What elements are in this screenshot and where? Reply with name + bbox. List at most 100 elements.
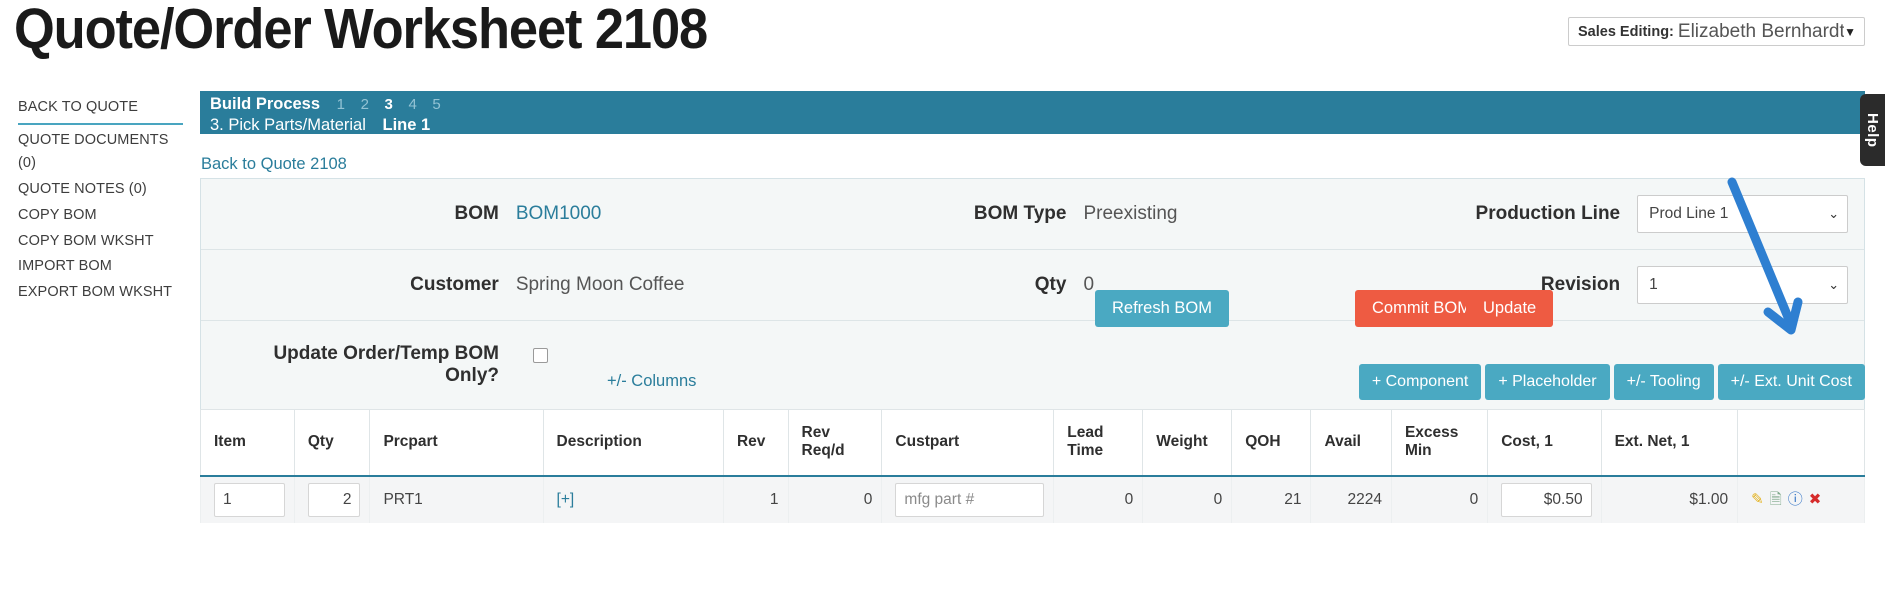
sidebar-item-back-to-quote[interactable]: BACK TO QUOTE: [18, 95, 183, 125]
edit-pencil-icon[interactable]: ✎: [1751, 492, 1764, 507]
cell-actions: ✎ 🗎 ⓘ ✖: [1737, 475, 1865, 523]
cell-excess-min: 0: [1390, 475, 1489, 523]
table-header-row: Item Qty Prcpart Description Rev Rev Req…: [200, 409, 1865, 477]
production-line-value: Prod Line 1: [1649, 205, 1729, 222]
toggle-tooling-button[interactable]: +/- Tooling: [1613, 364, 1714, 400]
qty-input[interactable]: 2: [307, 482, 361, 517]
sidebar-item-import-bom[interactable]: IMPORT BOM: [18, 254, 183, 280]
col-qty[interactable]: Qty: [293, 409, 371, 477]
toggle-columns-link[interactable]: +/- Columns: [607, 372, 696, 391]
refresh-bom-button-wrap: Refresh BOM: [1095, 290, 1229, 327]
sidebar-item-export-bom-wksht[interactable]: EXPORT BOM WKSHT: [18, 280, 183, 306]
cell-rev: 1: [722, 475, 789, 523]
col-qoh[interactable]: QOH: [1231, 409, 1312, 477]
cell-custpart: mfg part #: [881, 475, 1055, 523]
toggle-ext-unit-cost-button[interactable]: +/- Ext. Unit Cost: [1717, 364, 1865, 400]
build-process-title: Build Process: [210, 95, 321, 113]
row-actions: ✎ 🗎 ⓘ ✖: [1751, 492, 1855, 507]
sidebar: BACK TO QUOTE QUOTE DOCUMENTS (0) QUOTE …: [18, 95, 183, 306]
item-input[interactable]: 1: [214, 482, 285, 517]
update-button[interactable]: Update: [1466, 290, 1554, 327]
build-step-1[interactable]: 1: [337, 96, 345, 113]
sidebar-item-quote-documents[interactable]: QUOTE DOCUMENTS (0): [18, 128, 183, 177]
build-process-bar: Build Process 1 2 3 4 5 3. Pick Parts/Ma…: [200, 91, 1865, 134]
col-actions: [1737, 409, 1865, 477]
back-to-quote-link[interactable]: Back to Quote 2108: [201, 155, 347, 174]
bom-value-link[interactable]: BOM1000: [516, 203, 602, 225]
custpart-input[interactable]: mfg part #: [895, 482, 1045, 517]
delete-x-icon[interactable]: ✖: [1809, 492, 1822, 507]
cell-qoh: 21: [1231, 475, 1312, 523]
sidebar-item-copy-bom[interactable]: COPY BOM: [18, 203, 183, 229]
customer-value: Spring Moon Coffee: [515, 274, 685, 295]
cell-description: [+]: [542, 475, 724, 523]
col-prcpart[interactable]: Prcpart: [369, 409, 544, 477]
page-title: Quote/Order Worksheet 2108: [14, 0, 708, 61]
chevron-down-icon: ⌄: [1828, 277, 1840, 292]
refresh-bom-button[interactable]: Refresh BOM: [1095, 290, 1229, 327]
col-excess-min[interactable]: Excess Min: [1390, 409, 1489, 477]
cost-input[interactable]: $0.50: [1501, 482, 1592, 517]
revision-value: 1: [1649, 276, 1658, 293]
bom-table: Item Qty Prcpart Description Rev Rev Req…: [200, 409, 1865, 523]
col-weight[interactable]: Weight: [1142, 409, 1233, 477]
build-step-3[interactable]: 3: [385, 96, 393, 113]
help-tab-label: Help: [1864, 112, 1881, 148]
bom-table-wrap: Item Qty Prcpart Description Rev Rev Req…: [200, 409, 1865, 523]
build-step-2[interactable]: 2: [361, 96, 369, 113]
copy-document-icon[interactable]: 🗎: [1770, 492, 1782, 507]
col-custpart[interactable]: Custpart: [881, 409, 1055, 477]
sales-editing-select[interactable]: Sales Editing: Elizabeth Bernhardt ▼: [1568, 17, 1865, 46]
build-step-5[interactable]: 5: [432, 96, 440, 113]
customer-label: Customer: [410, 274, 499, 295]
description-expand-link[interactable]: [+]: [557, 491, 575, 508]
cell-lead-time: 0: [1053, 475, 1144, 523]
info-circle-icon[interactable]: ⓘ: [1788, 492, 1803, 507]
table-toolbar: + Component + Placeholder +/- Tooling +/…: [1358, 364, 1865, 400]
col-lead-time[interactable]: Lead Time: [1053, 409, 1144, 477]
cell-ext-net-1: $1.00: [1600, 475, 1739, 523]
production-line-select[interactable]: Prod Line 1 ⌄: [1637, 195, 1849, 233]
sales-editing-label: Sales Editing:: [1578, 23, 1674, 40]
sidebar-item-copy-bom-wksht[interactable]: COPY BOM WKSHT: [18, 229, 183, 255]
build-process-line-label: Line 1: [382, 116, 431, 134]
revision-select[interactable]: 1 ⌄: [1637, 266, 1849, 304]
update-order-temp-bom-label: Update Order/Temp BOM Only?: [273, 343, 499, 387]
cell-weight: 0: [1142, 475, 1233, 523]
add-placeholder-button[interactable]: + Placeholder: [1485, 364, 1610, 400]
cell-cost-1: $0.50: [1487, 475, 1602, 523]
build-step-4[interactable]: 4: [408, 96, 416, 113]
col-ext-net-1[interactable]: Ext. Net, 1: [1600, 409, 1739, 477]
build-process-steps-row: Build Process 1 2 3 4 5: [210, 94, 1865, 115]
cell-rev-reqd: 0: [787, 475, 883, 523]
bom-type-value: Preexisting: [1083, 203, 1178, 224]
update-order-temp-bom-checkbox[interactable]: [533, 348, 548, 363]
col-description[interactable]: Description: [542, 409, 724, 477]
help-tab[interactable]: Help: [1860, 94, 1885, 166]
build-process-current-row: 3. Pick Parts/Material Line 1: [210, 115, 1865, 136]
col-rev[interactable]: Rev: [722, 409, 789, 477]
update-button-wrap: Update: [1466, 290, 1554, 327]
col-cost-1[interactable]: Cost, 1: [1487, 409, 1602, 477]
cell-prcpart: PRT1: [369, 475, 544, 523]
sales-editing-value: Elizabeth Bernhardt: [1677, 20, 1845, 42]
add-component-button[interactable]: + Component: [1358, 364, 1482, 400]
chevron-down-icon: ▼: [1844, 24, 1856, 39]
production-line-label: Production Line: [1475, 203, 1621, 224]
bom-type-label: BOM Type: [973, 203, 1067, 224]
chevron-down-icon: ⌄: [1828, 206, 1840, 221]
table-row: 1 2 PRT1 [+] 1 0 mfg part # 0 0 21 2224 …: [200, 475, 1865, 523]
cell-qty: 2: [293, 475, 371, 523]
sidebar-item-quote-notes[interactable]: QUOTE NOTES (0): [18, 177, 183, 203]
bom-info-row-2: Customer Spring Moon Coffee Qty 0 Revisi…: [201, 250, 1864, 321]
col-avail[interactable]: Avail: [1310, 409, 1392, 477]
col-rev-reqd[interactable]: Rev Req/d: [787, 409, 883, 477]
qty-label: Qty: [1034, 274, 1067, 295]
bom-info-row-1: BOM BOM1000 BOM Type Preexisting Product…: [201, 179, 1864, 250]
build-process-current-label: 3. Pick Parts/Material: [210, 116, 366, 134]
cell-item: 1: [200, 475, 295, 523]
col-item[interactable]: Item: [200, 409, 295, 477]
worksheet-page: Quote/Order Worksheet 2108 Sales Editing…: [0, 0, 1885, 602]
bom-label: BOM: [454, 203, 499, 224]
cell-avail: 2224: [1310, 475, 1392, 523]
